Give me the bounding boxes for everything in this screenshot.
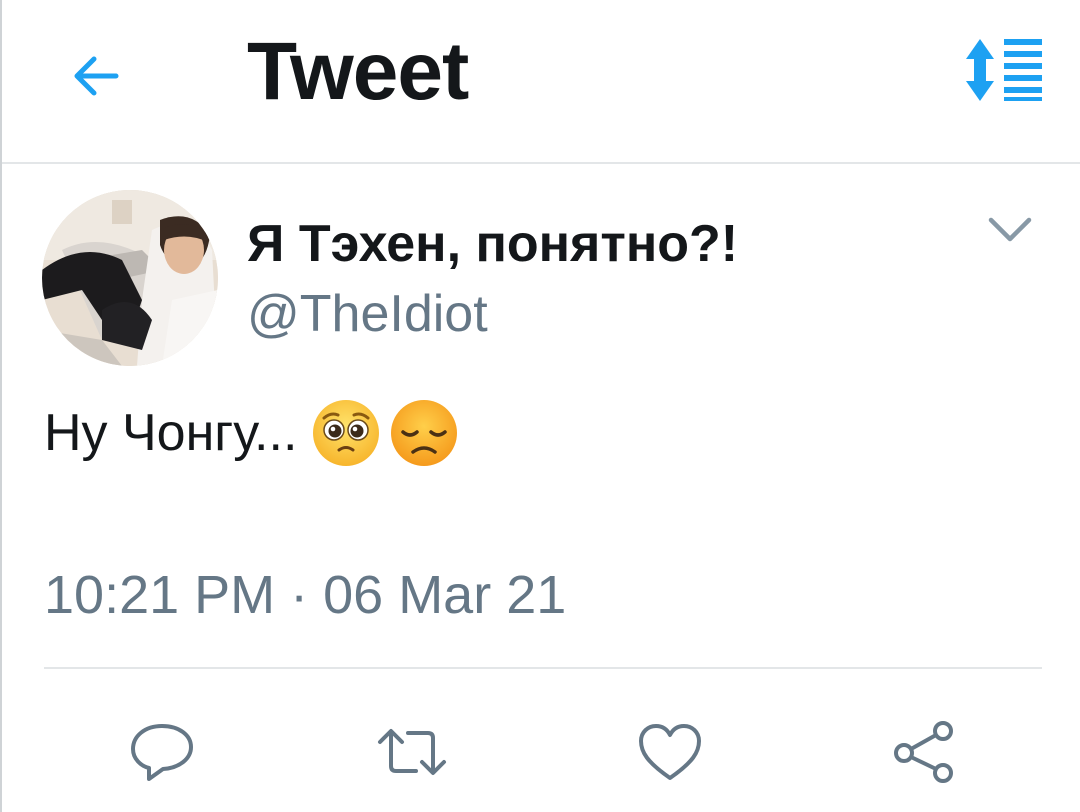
sort-list-icon (966, 39, 1042, 101)
tweet-menu-button[interactable] (978, 202, 1042, 258)
back-arrow-icon (74, 56, 119, 96)
reply-button[interactable] (122, 712, 202, 792)
sort-button[interactable] (952, 32, 1052, 108)
top-bar: Tweet (2, 0, 1080, 164)
share-icon (894, 721, 953, 783)
share-button[interactable] (884, 712, 964, 792)
page-title: Tweet (247, 26, 469, 117)
user-handle[interactable]: @TheIdiot (247, 282, 488, 346)
display-name[interactable]: Я Тэхен, понятно?! (247, 212, 738, 276)
like-button[interactable] (630, 712, 710, 792)
tweet-text: Ну Чонгу... (44, 404, 298, 462)
back-button[interactable] (60, 40, 132, 112)
avatar[interactable] (42, 190, 218, 366)
reply-icon (131, 724, 193, 781)
like-icon (639, 724, 701, 780)
profile-photo (42, 190, 218, 366)
divider (44, 667, 1042, 669)
chevron-down-icon (988, 217, 1032, 242)
tweet-detail-screen: Tweet Я Тэхен, понятно?! @TheIdiot Ну Чо… (0, 0, 1080, 812)
retweet-button[interactable] (372, 712, 452, 792)
retweet-icon (378, 729, 446, 775)
disappointed-face-emoji (391, 400, 458, 466)
tweet-timestamp: 10:21 PM · 06 Mar 21 (44, 565, 567, 625)
pleading-face-emoji (313, 400, 380, 466)
tweet-body: Ну Чонгу... (44, 398, 459, 468)
